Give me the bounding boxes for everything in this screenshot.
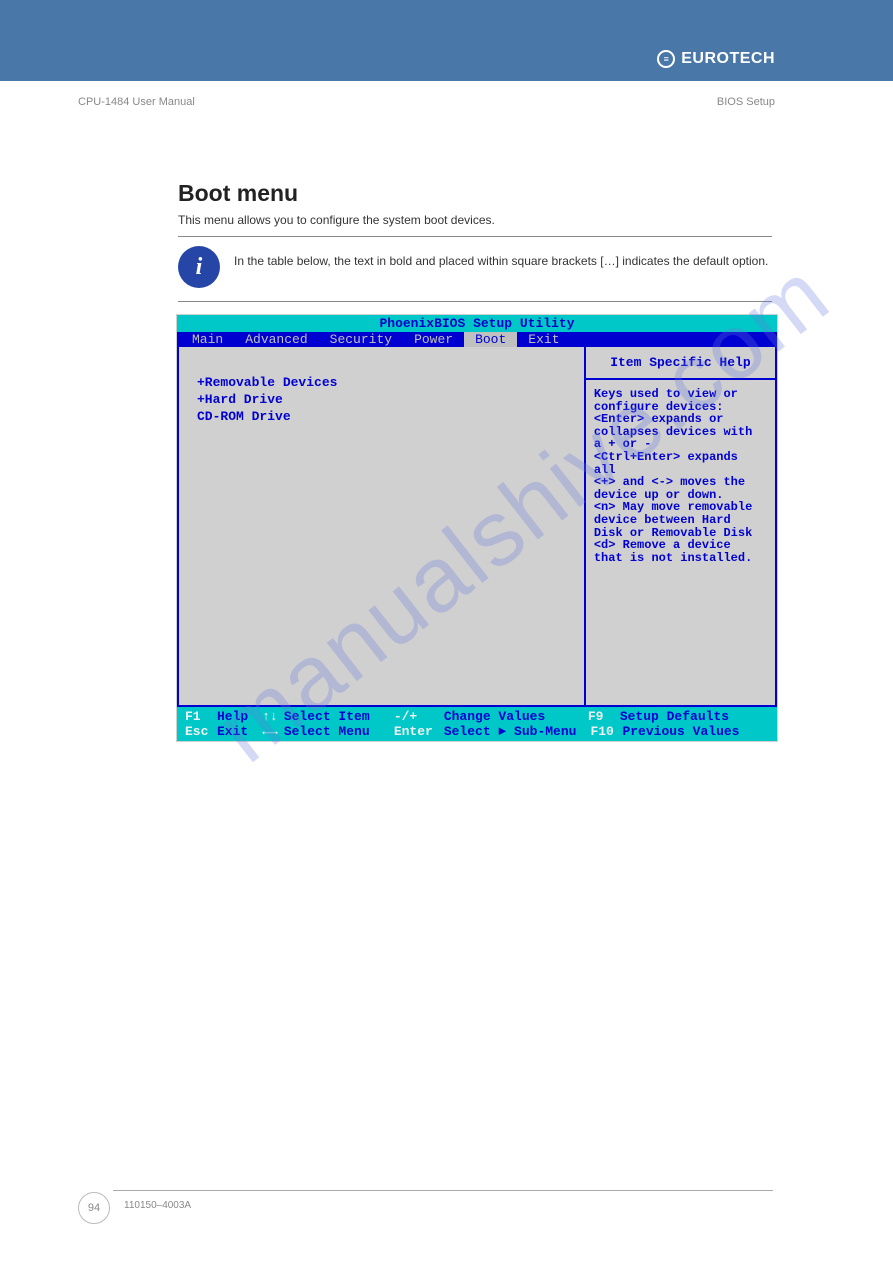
bios-help-title: Item Specific Help	[586, 347, 775, 380]
bios-menu-bar: Main Advanced Security Power Boot Exit	[177, 332, 777, 347]
bios-menu-main[interactable]: Main	[181, 332, 234, 347]
key-f9: F9	[588, 709, 620, 724]
label-previous-values: Previous Values	[622, 724, 739, 739]
bios-screenshot: PhoenixBIOS Setup Utility Main Advanced …	[176, 314, 778, 742]
bios-menu-advanced[interactable]: Advanced	[234, 332, 318, 347]
boot-item-removable[interactable]: +Removable Devices	[197, 375, 566, 390]
brand-logo-icon: ≡	[657, 50, 675, 68]
key-f1: F1	[185, 709, 217, 724]
brand-text: EUROTECH	[681, 50, 775, 68]
section-heading: Boot menu	[178, 180, 298, 207]
bios-help-panel: Item Specific Help Keys used to view or …	[586, 347, 777, 707]
arrows-leftright-icon: ←→	[262, 724, 278, 739]
brand-block: ≡ EUROTECH	[657, 50, 775, 68]
symbol-minus-plus: -/+	[394, 709, 438, 724]
section-intro: This menu allows you to configure the sy…	[178, 213, 495, 227]
doc-title-left: CPU-1484 User Manual	[78, 96, 195, 108]
label-help: Help	[217, 709, 248, 724]
bios-menu-exit[interactable]: Exit	[517, 332, 570, 347]
label-exit: Exit	[217, 724, 248, 739]
boot-item-cdrom[interactable]: CD-ROM Drive	[197, 409, 566, 424]
bios-boot-list: +Removable Devices +Hard Drive CD-ROM Dr…	[177, 347, 586, 707]
footer-doc-id: 110150–4003A	[124, 1200, 191, 1211]
label-setup-defaults: Setup Defaults	[620, 709, 729, 724]
key-f10: F10	[590, 724, 622, 739]
boot-item-hard-drive[interactable]: +Hard Drive	[197, 392, 566, 407]
info-icon: i	[178, 246, 220, 288]
bios-menu-boot[interactable]: Boot	[464, 332, 517, 347]
doc-meta-row: CPU-1484 User Manual BIOS Setup	[0, 96, 893, 108]
divider-bottom	[178, 301, 772, 302]
arrows-updown-icon: ↑↓	[262, 709, 278, 724]
key-esc: Esc	[185, 724, 217, 739]
footer-divider	[113, 1190, 773, 1191]
doc-title-right: BIOS Setup	[717, 96, 775, 108]
bios-body: +Removable Devices +Hard Drive CD-ROM Dr…	[177, 347, 777, 707]
key-enter: Enter	[394, 724, 438, 739]
label-change-values: Change Values	[444, 709, 574, 724]
info-note: In the table below, the text in bold and…	[234, 253, 774, 270]
bios-footer-row-2: Esc Exit ←→ Select Menu Enter Select ► S…	[185, 724, 769, 739]
bios-footer-row-1: F1 Help ↑↓ Select Item -/+ Change Values…	[185, 709, 769, 724]
label-select-submenu: Select ► Sub-Menu	[444, 724, 577, 739]
bios-footer: F1 Help ↑↓ Select Item -/+ Change Values…	[177, 707, 777, 741]
label-select-item: Select Item	[284, 709, 380, 724]
page-number: 94	[78, 1192, 110, 1224]
divider-top	[178, 236, 772, 237]
bios-title: PhoenixBIOS Setup Utility	[177, 315, 777, 332]
bios-menu-power[interactable]: Power	[403, 332, 464, 347]
bios-help-body: Keys used to view or configure devices: …	[586, 380, 775, 572]
top-banner: ≡ EUROTECH	[0, 0, 893, 81]
bios-menu-security[interactable]: Security	[319, 332, 403, 347]
label-select-menu: Select Menu	[284, 724, 380, 739]
